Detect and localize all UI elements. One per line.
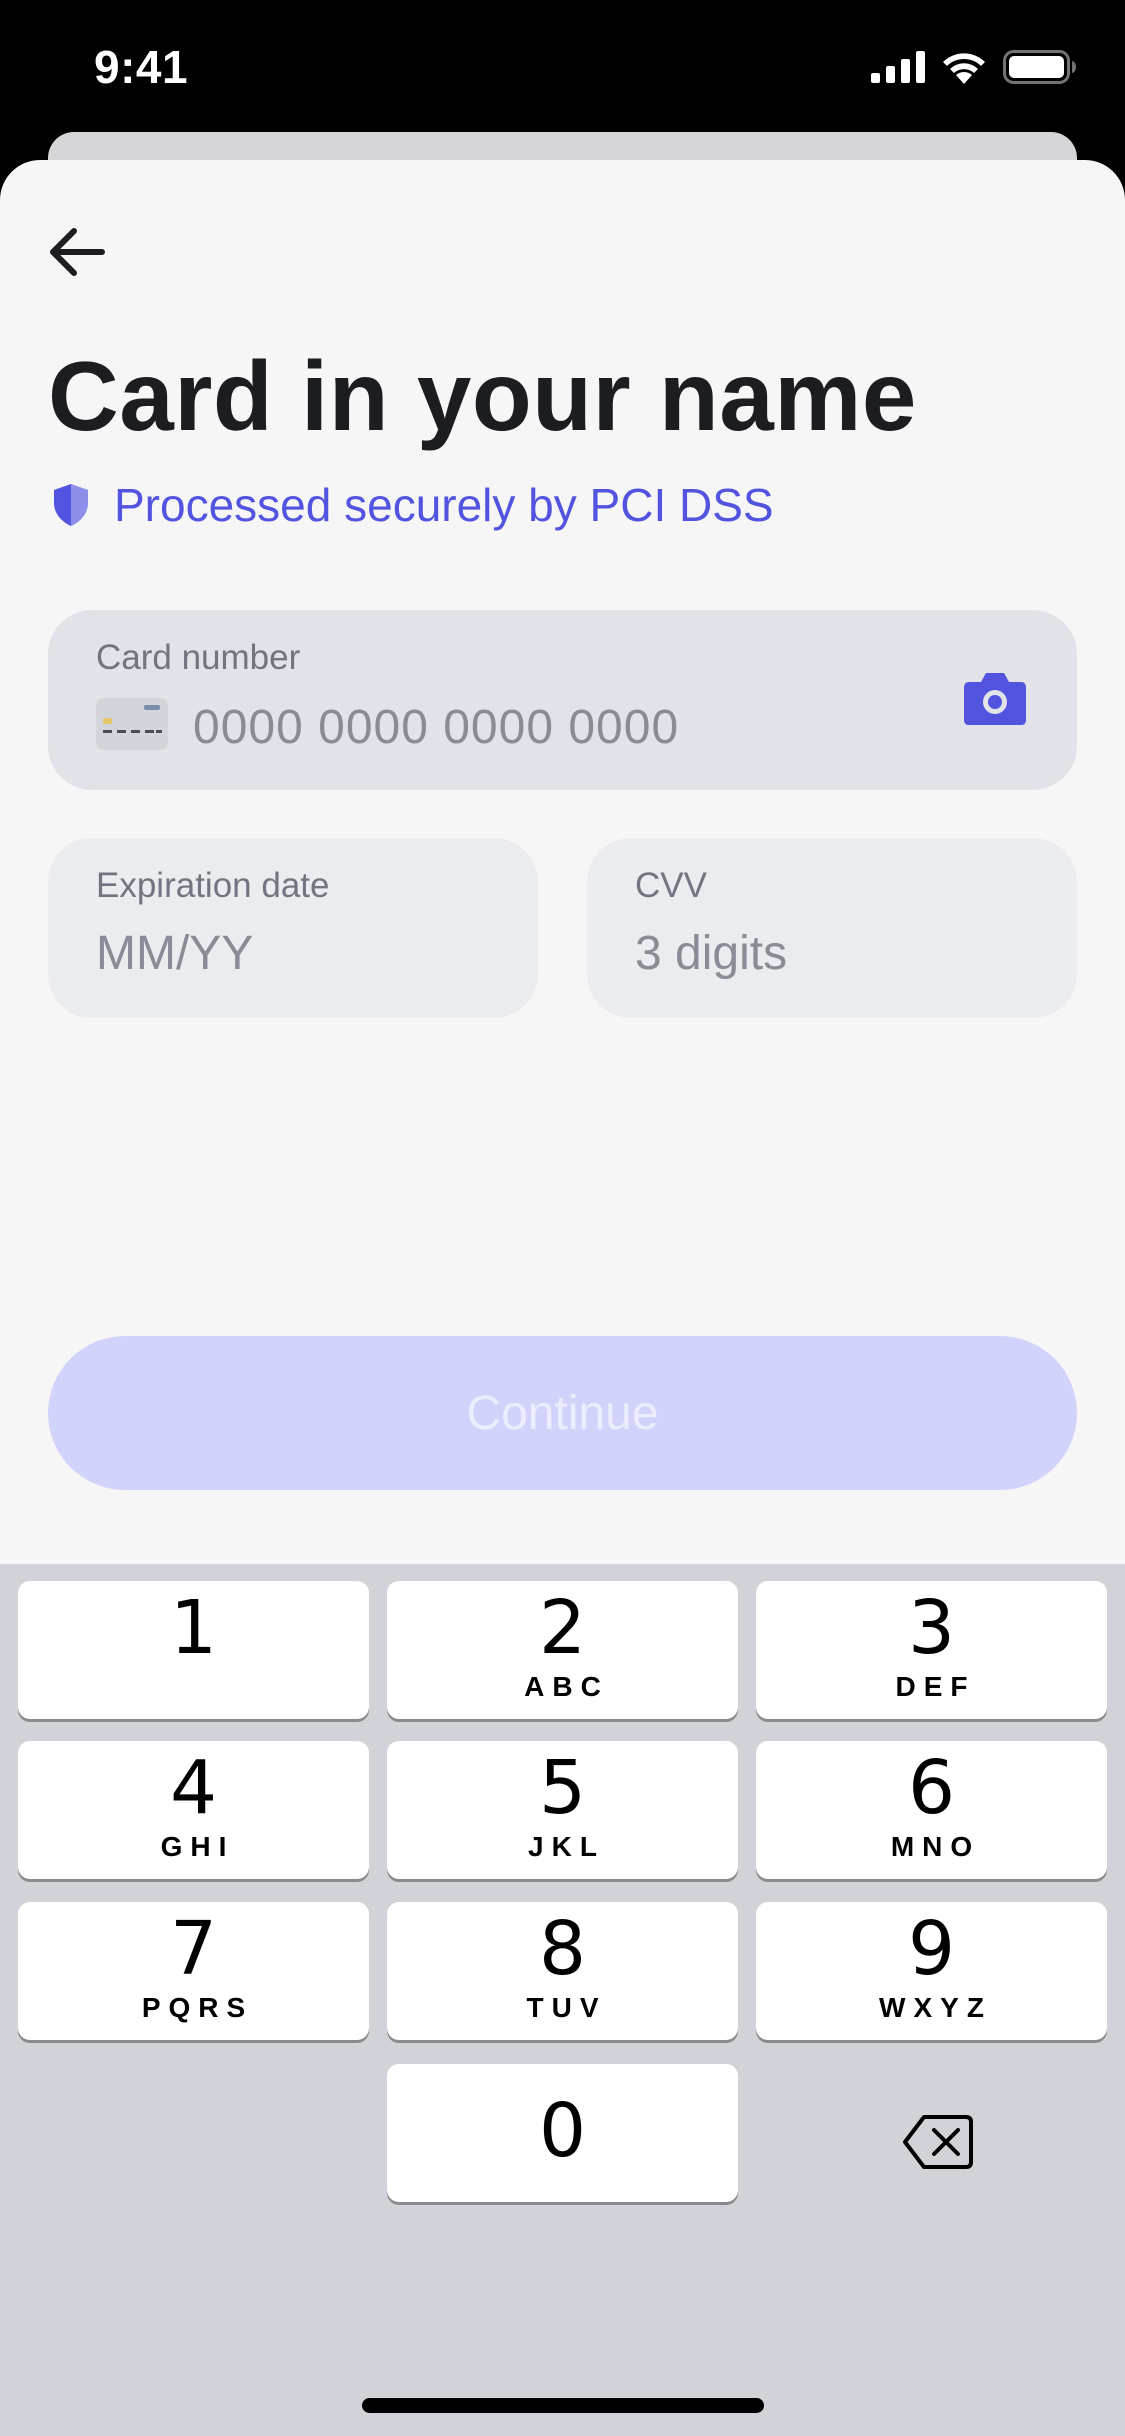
shield-icon	[54, 484, 88, 526]
card-number-label: Card number	[96, 638, 301, 677]
card-entry-sheet: Card in your name Processed securely by …	[0, 160, 1125, 1564]
key-digit: 3	[907, 1585, 956, 1671]
numeric-keypad: 1 2 ABC 3 DEF 4 GHI 5 JKL 6 MNO 7 PQRS 8…	[0, 1564, 1125, 2436]
key-letters: MNO	[890, 1831, 981, 1862]
expiration-date-field[interactable]: Expiration date	[48, 838, 538, 1018]
key-3[interactable]: 3 DEF	[756, 1581, 1107, 1719]
camera-icon	[964, 673, 1026, 725]
key-digit: 0	[538, 2088, 587, 2174]
key-9[interactable]: 9 WXYZ	[756, 1902, 1107, 2040]
home-indicator	[362, 2398, 764, 2413]
key-digit: 8	[538, 1906, 587, 1992]
key-digit: 1	[169, 1585, 218, 1671]
cellular-signal-icon	[871, 51, 925, 83]
key-digit: 4	[169, 1745, 218, 1831]
card-number-input[interactable]	[193, 692, 893, 762]
cvv-label: CVV	[635, 866, 707, 905]
key-digit: 9	[907, 1906, 956, 1992]
wifi-icon	[943, 53, 985, 84]
delete-key[interactable]	[874, 2092, 1002, 2192]
scan-card-button[interactable]	[963, 670, 1027, 726]
card-number-field[interactable]: Card number	[48, 610, 1077, 790]
key-6[interactable]: 6 MNO	[756, 1741, 1107, 1879]
continue-button[interactable]: Continue	[48, 1336, 1077, 1490]
key-letters: PQRS	[141, 1992, 254, 2023]
key-letters: TUV	[526, 1992, 607, 2023]
secure-text: Processed securely by PCI DSS	[114, 479, 774, 531]
key-7[interactable]: 7 PQRS	[18, 1902, 369, 2040]
battery-icon	[1003, 50, 1076, 84]
backspace-icon	[903, 2115, 973, 2169]
key-digit: 7	[169, 1906, 218, 1992]
key-4[interactable]: 4 GHI	[18, 1741, 369, 1879]
key-5[interactable]: 5 JKL	[387, 1741, 738, 1879]
status-icons	[871, 50, 1077, 84]
expiration-date-input[interactable]	[96, 918, 496, 988]
cvv-input[interactable]	[635, 918, 1035, 988]
key-1[interactable]: 1	[18, 1581, 369, 1719]
status-time: 9:41	[94, 41, 189, 93]
arrow-left-icon	[50, 228, 105, 276]
credit-card-icon	[96, 698, 168, 750]
expiration-date-label: Expiration date	[96, 866, 330, 905]
key-digit: 2	[538, 1585, 587, 1671]
page-title: Card in your name	[48, 341, 917, 451]
key-letters: GHI	[160, 1831, 235, 1862]
key-0[interactable]: 0	[387, 2064, 738, 2202]
key-2[interactable]: 2 ABC	[387, 1581, 738, 1719]
cvv-field[interactable]: CVV	[587, 838, 1077, 1018]
key-letters: WXYZ	[879, 1992, 992, 2023]
key-digit: 5	[538, 1745, 587, 1831]
secure-processing-note: Processed securely by PCI DSS	[52, 478, 774, 532]
key-letters: JKL	[528, 1831, 605, 1862]
key-letters: ABC	[524, 1671, 609, 1702]
status-bar: 9:41	[0, 0, 1125, 140]
key-letters: DEF	[895, 1671, 976, 1702]
key-8[interactable]: 8 TUV	[387, 1902, 738, 2040]
back-button[interactable]	[40, 215, 114, 289]
key-digit: 6	[907, 1745, 956, 1831]
